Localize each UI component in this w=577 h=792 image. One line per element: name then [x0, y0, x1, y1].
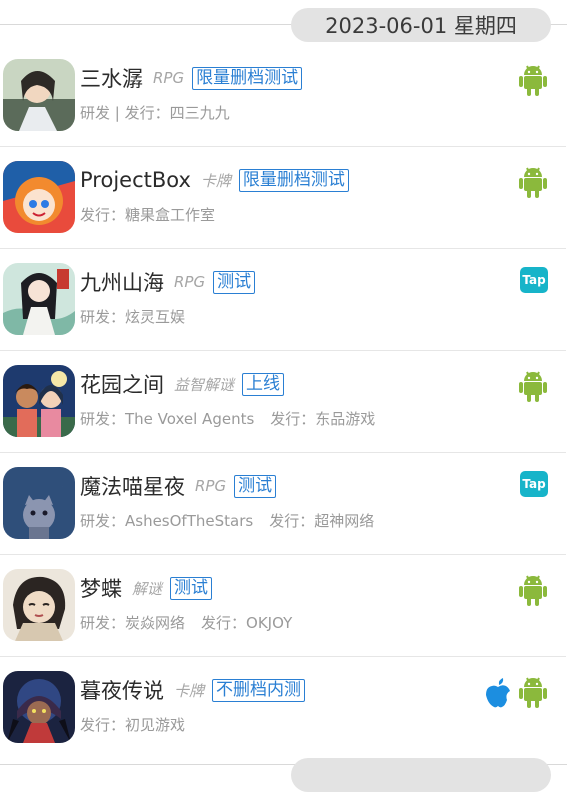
game-genre: 解谜 [132, 579, 163, 598]
android-icon [518, 369, 548, 403]
game-icon[interactable] [3, 59, 75, 131]
meta-developer: 研发：炭焱网络 [80, 614, 186, 632]
game-name[interactable]: 三水潺 [80, 63, 143, 93]
game-genre: RPG [174, 273, 206, 291]
platform-list [518, 369, 548, 403]
platform-list [518, 165, 548, 199]
android-icon [518, 573, 548, 607]
date-pill: 2023-06-01 星期四 [291, 8, 551, 42]
platform-list: Tap [520, 267, 548, 293]
status-badge: 限量删档测试 [192, 66, 303, 90]
game-name[interactable]: 九州山海 [80, 267, 164, 297]
title-line: 三水潺 RPG 限量删档测试 [80, 63, 303, 93]
game-row[interactable]: 暮夜传说 卡牌 不删档内测 发行：初见游戏 [0, 657, 566, 759]
game-name[interactable]: 魔法喵星夜 [80, 471, 185, 501]
meta-text: 研发：炫灵互娱 [80, 308, 186, 326]
game-name[interactable]: ProjectBox [80, 168, 191, 192]
date-pill-next [291, 758, 551, 792]
meta-text: 发行：初见游戏 [80, 716, 186, 734]
title-line: 梦蝶 解谜 测试 [80, 573, 213, 603]
game-icon[interactable] [3, 467, 75, 539]
status-badge: 测试 [234, 474, 277, 498]
meta-line: 研发：炫灵互娱 [80, 306, 185, 327]
game-row[interactable]: 花园之间 益智解谜 上线 研发：The Voxel Agents 发行：东品游戏 [0, 351, 566, 453]
taptap-icon: Tap [520, 471, 548, 497]
date-header: 2023-06-01 星期四 [0, 0, 577, 45]
game-icon[interactable] [3, 161, 75, 233]
meta-line: 研发：The Voxel Agents 发行：东品游戏 [80, 408, 375, 429]
game-row[interactable]: ProjectBox 卡牌 限量删档测试 发行：糖果盒工作室 [0, 147, 566, 249]
platform-list [484, 675, 548, 709]
meta-publisher: 发行：OKJOY [201, 614, 293, 632]
title-line: ProjectBox 卡牌 限量删档测试 [80, 165, 349, 195]
android-icon [518, 675, 548, 709]
meta-line: 发行：糖果盒工作室 [80, 204, 215, 225]
game-genre: 益智解谜 [174, 375, 235, 394]
status-badge: 不删档内测 [212, 678, 306, 702]
game-icon[interactable] [3, 569, 75, 641]
game-row[interactable]: 九州山海 RPG 测试 研发：炫灵互娱 Tap [0, 249, 566, 351]
meta-publisher: 发行：东品游戏 [270, 410, 376, 428]
game-row[interactable]: 三水潺 RPG 限量删档测试 研发 | 发行：四三九九 [0, 45, 566, 147]
status-badge: 测试 [213, 270, 256, 294]
game-genre: RPG [153, 69, 185, 87]
game-row[interactable]: 魔法喵星夜 RPG 测试 研发：AshesOfTheStars 发行：超神网络 T… [0, 453, 566, 555]
platform-list [518, 573, 548, 607]
title-line: 暮夜传说 卡牌 不删档内测 [80, 675, 306, 705]
game-genre: RPG [195, 477, 227, 495]
game-name[interactable]: 暮夜传说 [80, 675, 164, 705]
game-row[interactable]: 梦蝶 解谜 测试 研发：炭焱网络 发行：OKJOY [0, 555, 566, 657]
android-icon [518, 63, 548, 97]
title-line: 九州山海 RPG 测试 [80, 267, 256, 297]
game-genre: 卡牌 [174, 681, 205, 700]
platform-list [518, 63, 548, 97]
title-line: 花园之间 益智解谜 上线 [80, 369, 285, 399]
meta-developer: 研发：AshesOfTheStars [80, 512, 254, 530]
meta-publisher: 发行：超神网络 [269, 512, 375, 530]
status-badge: 限量删档测试 [238, 168, 349, 192]
meta-line: 发行：初见游戏 [80, 714, 185, 735]
meta-line: 研发：炭焱网络 发行：OKJOY [80, 612, 292, 633]
game-icon[interactable] [3, 365, 75, 437]
status-badge: 上线 [242, 372, 285, 396]
game-name[interactable]: 梦蝶 [80, 573, 122, 603]
game-icon[interactable] [3, 263, 75, 335]
meta-text: 研发 | 发行：四三九九 [80, 104, 230, 122]
status-badge: 测试 [170, 576, 213, 600]
android-icon [518, 165, 548, 199]
meta-line: 研发：AshesOfTheStars 发行：超神网络 [80, 510, 374, 531]
game-genre: 卡牌 [200, 171, 231, 190]
apple-icon [484, 675, 512, 709]
game-icon[interactable] [3, 671, 75, 743]
game-name[interactable]: 花园之间 [80, 369, 164, 399]
meta-text: 发行：糖果盒工作室 [80, 206, 216, 224]
taptap-icon: Tap [520, 267, 548, 293]
meta-line: 研发 | 发行：四三九九 [80, 102, 230, 123]
platform-list: Tap [520, 471, 548, 497]
meta-developer: 研发：The Voxel Agents [80, 410, 255, 428]
title-line: 魔法喵星夜 RPG 测试 [80, 471, 277, 501]
